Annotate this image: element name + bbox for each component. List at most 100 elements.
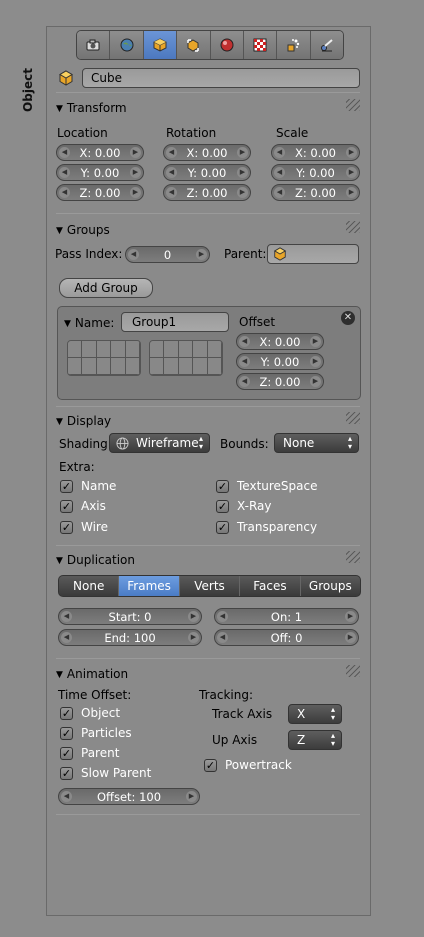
- panel-drag-grip[interactable]: [346, 551, 360, 563]
- group-name-field[interactable]: Group1: [121, 312, 229, 332]
- powertrack-checkbox[interactable]: ✓ Powertrack: [204, 758, 292, 772]
- duplication-header[interactable]: Duplication: [56, 553, 135, 567]
- panel-drag-grip[interactable]: [346, 99, 360, 111]
- transparency-checkbox-label: Transparency: [237, 520, 318, 534]
- context-tab-bar: [76, 30, 344, 60]
- pass-index-field[interactable]: 0: [125, 246, 210, 263]
- parent-field[interactable]: [267, 244, 359, 264]
- bounds-dropdown[interactable]: None: [274, 433, 359, 453]
- checkmark-icon: ✓: [216, 479, 229, 493]
- shading-dropdown[interactable]: Wireframe: [109, 433, 210, 453]
- object-cube-icon: [59, 70, 73, 86]
- group-collapse-toggle[interactable]: Name:: [64, 316, 114, 330]
- texture-icon: [253, 38, 267, 52]
- axis-checkbox-label: Axis: [81, 499, 106, 513]
- layer-grid-left[interactable]: [67, 340, 141, 376]
- xray-checkbox[interactable]: ✓ X-Ray: [216, 499, 271, 513]
- camera-icon: [86, 39, 100, 51]
- location-x-value: X: 0.00: [79, 145, 121, 160]
- time-offset-object-label: Object: [81, 706, 121, 720]
- wire-checkbox[interactable]: ✓ Wire: [60, 520, 108, 534]
- tab-object[interactable]: [143, 31, 178, 59]
- scale-z-field[interactable]: Z: 0.00: [271, 184, 360, 201]
- time-offset-label: Time Offset:: [58, 688, 132, 702]
- time-offset-value: Offset: 100: [96, 789, 162, 804]
- tab-material[interactable]: [210, 31, 244, 59]
- time-offset-particles-checkbox[interactable]: ✓ Particles: [60, 726, 132, 740]
- tab-particles[interactable]: [277, 31, 311, 59]
- shading-value: Wireframe: [136, 436, 199, 450]
- tab-texture[interactable]: [243, 31, 278, 59]
- group-offset-y-field[interactable]: Y: 0.00: [236, 353, 324, 370]
- material-icon: [220, 38, 234, 52]
- dupli-start-field[interactable]: Start: 0: [58, 608, 202, 625]
- time-offset-parent-checkbox[interactable]: ✓ Parent: [60, 746, 119, 760]
- time-offset-object-checkbox[interactable]: ✓ Object: [60, 706, 120, 720]
- name-checkbox[interactable]: ✓ Name: [60, 479, 116, 493]
- physics-icon: [320, 39, 333, 52]
- transform-title: Transform: [66, 101, 127, 115]
- time-offset-field[interactable]: Offset: 100: [58, 788, 200, 805]
- dupli-groups-button[interactable]: Groups: [300, 576, 360, 596]
- tracking-label: Tracking:: [199, 688, 253, 702]
- rotation-y-value: Y: 0.00: [187, 165, 227, 180]
- panel-drag-grip[interactable]: [346, 221, 360, 233]
- slow-parent-checkbox[interactable]: ✓ Slow Parent: [60, 766, 151, 780]
- tab-constraints[interactable]: [177, 31, 211, 59]
- group-offset-z-field[interactable]: Z: 0.00: [236, 373, 324, 390]
- dupli-on-field[interactable]: On: 1: [214, 608, 359, 625]
- location-y-field[interactable]: Y: 0.00: [56, 164, 144, 181]
- rotation-z-field[interactable]: Z: 0.00: [163, 184, 251, 201]
- shading-label: Shading:: [59, 437, 112, 451]
- panel-drag-grip[interactable]: [346, 412, 360, 424]
- scale-x-field[interactable]: X: 0.00: [271, 144, 360, 161]
- object-cube-icon: [153, 38, 167, 52]
- dupli-end-value: End: 100: [104, 630, 156, 645]
- remove-group-close-icon[interactable]: ✕: [341, 311, 355, 325]
- checkmark-icon: ✓: [216, 499, 229, 513]
- location-label: Location: [57, 126, 108, 140]
- groups-header[interactable]: Groups: [56, 223, 110, 237]
- rotation-y-field[interactable]: Y: 0.00: [163, 164, 251, 181]
- dupli-off-field[interactable]: Off: 0: [214, 629, 359, 646]
- location-z-field[interactable]: Z: 0.00: [56, 184, 144, 201]
- up-axis-value: Z: [297, 733, 306, 747]
- dupli-off-value: Off: 0: [270, 630, 303, 645]
- time-offset-parent-label: Parent: [81, 746, 120, 760]
- axis-checkbox[interactable]: ✓ Axis: [60, 499, 106, 513]
- add-group-button[interactable]: Add Group: [59, 278, 153, 298]
- display-header[interactable]: Display: [56, 414, 111, 428]
- layer-grid-right[interactable]: [149, 340, 223, 376]
- rotation-x-field[interactable]: X: 0.00: [163, 144, 251, 161]
- xray-checkbox-label: X-Ray: [237, 499, 272, 513]
- transform-header[interactable]: Transform: [56, 101, 127, 115]
- duplication-title: Duplication: [66, 553, 135, 567]
- scale-y-field[interactable]: Y: 0.00: [271, 164, 360, 181]
- object-side-tab[interactable]: Object: [18, 68, 38, 112]
- scale-y-value: Y: 0.00: [296, 165, 335, 180]
- slow-parent-label: Slow Parent: [81, 766, 152, 780]
- dupli-start-value: Start: 0: [108, 609, 152, 624]
- location-x-field[interactable]: X: 0.00: [56, 144, 144, 161]
- group-offset-x-value: X: 0.00: [259, 334, 301, 349]
- tab-physics[interactable]: [310, 31, 343, 59]
- object-cube-icon: [273, 247, 287, 261]
- dupli-faces-button[interactable]: Faces: [240, 576, 301, 596]
- animation-header[interactable]: Animation: [56, 667, 128, 681]
- panel-drag-grip[interactable]: [346, 665, 360, 677]
- group-offset-x-field[interactable]: X: 0.00: [236, 333, 324, 350]
- transparency-checkbox[interactable]: ✓ Transparency: [216, 520, 317, 534]
- object-name-field[interactable]: Cube: [82, 68, 360, 88]
- tab-world[interactable]: [110, 31, 144, 59]
- texturespace-checkbox[interactable]: ✓ TextureSpace: [216, 479, 318, 493]
- track-axis-dropdown[interactable]: X: [288, 704, 342, 724]
- dupli-none-button[interactable]: None: [59, 576, 120, 596]
- dupli-frames-button[interactable]: Frames: [119, 576, 180, 596]
- dupli-verts-button[interactable]: Verts: [179, 576, 241, 596]
- scale-x-value: X: 0.00: [294, 145, 336, 160]
- object-name-value: Cube: [91, 71, 122, 85]
- checkmark-icon: ✓: [60, 766, 73, 780]
- up-axis-dropdown[interactable]: Z: [288, 730, 342, 750]
- dupli-end-field[interactable]: End: 100: [58, 629, 202, 646]
- tab-render[interactable]: [77, 31, 111, 59]
